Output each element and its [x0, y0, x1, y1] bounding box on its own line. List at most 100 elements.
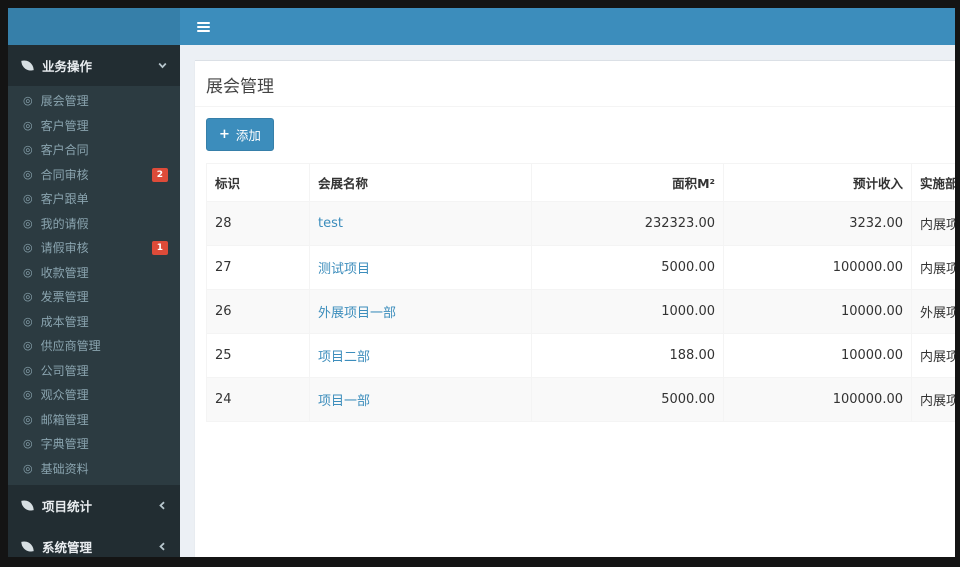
sidebar-item[interactable]: ◎ 发票管理 [8, 285, 180, 310]
notification-badge: 2 [151, 167, 168, 182]
leaf-icon [21, 540, 34, 553]
circle-dot-icon: ◎ [23, 290, 33, 303]
sidebar-item[interactable]: ◎ 邮箱管理 [8, 408, 180, 433]
sidebar-item-label: 收款管理 [40, 265, 89, 280]
sidebar-section-system-mgmt[interactable]: 系统管理 [8, 526, 180, 557]
sidebar-item[interactable]: ◎ 客户管理 [8, 114, 180, 139]
cell-id: 25 [206, 333, 310, 378]
sidebar-item[interactable]: ◎ 供应商管理 [8, 334, 180, 359]
sidebar-item-label: 客户跟单 [40, 192, 89, 206]
table-header-cell: 预计收入 [723, 163, 912, 202]
sidebar-item[interactable]: ◎ 我的请假 [8, 212, 180, 237]
circle-dot-icon: ◎ [23, 94, 33, 107]
circle-dot-icon: ◎ [23, 437, 33, 450]
sidebar-item-label: 成本管理 [40, 314, 89, 329]
cell-name: 项目二部 [309, 333, 532, 378]
sidebar-item[interactable]: ◎ 成本管理 [8, 310, 180, 335]
section-label: 项目统计 [42, 499, 93, 514]
cell-dept: 外展项目一部 [911, 289, 955, 334]
sidebar-item-label: 邮箱管理 [40, 412, 89, 427]
table-header-cell: 面积M² [531, 163, 724, 202]
sidebar-item[interactable]: ◎ 合同审核 2 [8, 163, 180, 188]
cell-id: 28 [206, 201, 310, 246]
app-window: 业务操作 ◎ 展会管理 ◎ 客户管理 ◎ 客户合同 ◎ 合同审核 2 ◎ 客户跟… [8, 8, 955, 557]
cell-area: 232323.00 [531, 201, 724, 246]
sidebar-item-label: 发票管理 [40, 290, 89, 304]
cell-area: 5000.00 [531, 377, 724, 422]
sidebar-item-label: 我的请假 [40, 216, 89, 231]
sidebar-item-label: 客户管理 [40, 118, 89, 133]
notification-badge: 1 [151, 241, 168, 256]
sidebar-item[interactable]: ◎ 请假审核 1 [8, 236, 180, 261]
cell-name: test [309, 201, 532, 246]
circle-dot-icon: ◎ [23, 216, 33, 230]
exhibition-link[interactable]: 项目二部 [318, 350, 370, 365]
exhibition-link[interactable]: 测试项目 [318, 262, 370, 277]
chevron-left-icon [157, 500, 168, 511]
table-header-cell: 会展名称 [309, 163, 532, 202]
table-row: 27 测试项目 5000.00 100000.00 内展项目一部 [206, 245, 955, 290]
cell-income: 100000.00 [723, 245, 912, 290]
cell-id: 27 [206, 245, 310, 290]
panel-body: + 添加 标识会展名称面积M²预计收入实施部门 28 test 232323.0… [195, 107, 955, 433]
circle-dot-icon: ◎ [23, 461, 33, 475]
main-area: 业务操作 ◎ 展会管理 ◎ 客户管理 ◎ 客户合同 ◎ 合同审核 2 ◎ 客户跟… [8, 45, 955, 557]
table-header-row: 标识会展名称面积M²预计收入实施部门 [206, 163, 955, 202]
sidebar-item[interactable]: ◎ 收款管理 [8, 261, 180, 286]
sidebar-toggle-button[interactable] [193, 18, 214, 36]
sidebar-section-project-stats[interactable]: 项目统计 [8, 485, 180, 526]
sidebar-item[interactable]: ◎ 展会管理 [8, 89, 180, 114]
sidebar-item-label: 客户合同 [40, 143, 89, 157]
cell-name: 外展项目一部 [309, 289, 532, 334]
circle-dot-icon: ◎ [23, 314, 33, 328]
circle-dot-icon: ◎ [23, 192, 33, 205]
add-button[interactable]: + 添加 [206, 118, 274, 151]
sidebar-item-label: 观众管理 [40, 388, 89, 402]
sidebar-item[interactable]: ◎ 客户合同 [8, 138, 180, 163]
cell-dept: 内展项目一部 [911, 377, 955, 422]
circle-dot-icon: ◎ [23, 241, 33, 254]
chevron-down-icon [157, 60, 168, 71]
sidebar-item[interactable]: ◎ 公司管理 [8, 359, 180, 384]
panel-header: 展会管理 [195, 61, 955, 107]
sidebar-item[interactable]: ◎ 字典管理 [8, 432, 180, 457]
circle-dot-icon: ◎ [23, 118, 33, 132]
sidebar-item[interactable]: ◎ 观众管理 [8, 383, 180, 408]
table-head: 标识会展名称面积M²预计收入实施部门 [206, 163, 955, 202]
sidebar-item-label: 供应商管理 [40, 339, 101, 353]
sidebar-item-label: 基础资料 [40, 461, 89, 476]
sidebar-section-business-ops[interactable]: 业务操作 [8, 45, 180, 86]
table-row: 28 test 232323.00 3232.00 内展项目一部 [206, 201, 955, 246]
circle-dot-icon: ◎ [23, 265, 33, 279]
cell-dept: 内展项目一部 [911, 245, 955, 290]
cell-area: 5000.00 [531, 245, 724, 290]
logo-area [8, 8, 180, 45]
cell-income: 100000.00 [723, 377, 912, 422]
plus-icon: + [219, 127, 230, 142]
top-navbar [8, 8, 955, 45]
cell-income: 10000.00 [723, 289, 912, 334]
sidebar-item-label: 请假审核 [40, 241, 89, 255]
leaf-icon [21, 59, 34, 72]
circle-dot-icon: ◎ [23, 388, 33, 401]
cell-income: 3232.00 [723, 201, 912, 246]
exhibition-link[interactable]: test [318, 216, 343, 231]
cell-name: 项目一部 [309, 377, 532, 422]
sidebar-item-label: 合同审核 [40, 167, 89, 182]
exhibition-panel: 展会管理 + 添加 标识会展名称面积M²预计收入实施部门 [195, 60, 955, 557]
sidebar-item-label: 公司管理 [40, 363, 89, 378]
leaf-icon [21, 499, 34, 512]
sidebar-item[interactable]: ◎ 客户跟单 [8, 187, 180, 212]
section-label: 系统管理 [42, 540, 93, 555]
section-label: 业务操作 [42, 59, 93, 74]
circle-dot-icon: ◎ [23, 167, 33, 181]
hamburger-icon [197, 21, 210, 32]
table-row: 24 项目一部 5000.00 100000.00 内展项目一部 [206, 377, 955, 422]
cell-id: 24 [206, 377, 310, 422]
sidebar-item[interactable]: ◎ 基础资料 [8, 457, 180, 482]
sidebar-item-label: 展会管理 [40, 94, 89, 108]
exhibition-link[interactable]: 外展项目一部 [318, 306, 396, 321]
cell-area: 1000.00 [531, 289, 724, 334]
exhibitions-table: 标识会展名称面积M²预计收入实施部门 28 test 232323.00 323… [206, 163, 955, 422]
exhibition-link[interactable]: 项目一部 [318, 394, 370, 409]
